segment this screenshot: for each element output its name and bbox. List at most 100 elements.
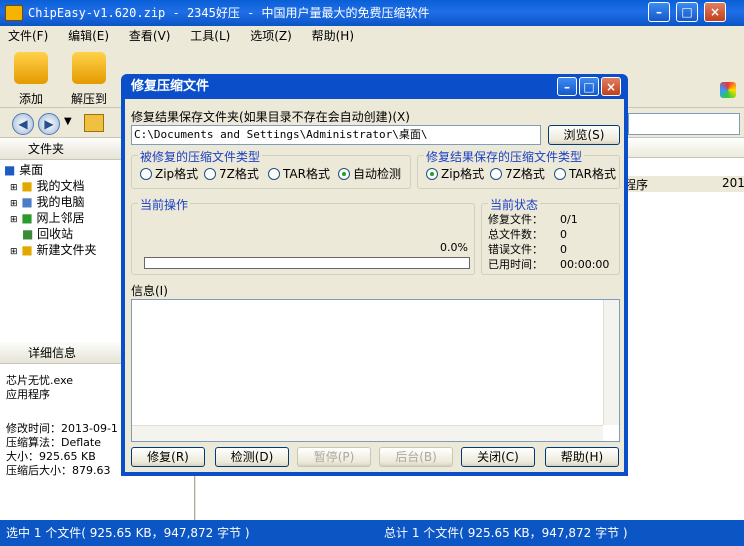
radio-label: TAR格式 <box>569 167 616 181</box>
back-button[interactable]: ◀ <box>12 113 34 135</box>
radio-label: 7Z格式 <box>219 167 259 181</box>
forward-button[interactable]: ▶ <box>38 113 60 135</box>
tree-label: 我的电脑 <box>36 195 85 209</box>
minimize-button[interactable]: – <box>648 2 670 22</box>
radio-icon <box>204 168 216 180</box>
state-row: 已用时间： 00:00:00 <box>488 257 609 272</box>
status-selected: 选中 1 个文件( 925.65 KB，947,872 字节 ) <box>6 526 250 540</box>
src-auto-radio[interactable]: 自动检测 <box>338 167 401 181</box>
radio-icon <box>268 168 280 180</box>
add-archive-icon <box>14 52 48 84</box>
src-tar-radio[interactable]: TAR格式 <box>268 167 330 181</box>
app-icon <box>5 5 23 21</box>
state-row: 错误文件： 0 <box>488 242 567 257</box>
help-button[interactable]: 帮助(H) <box>545 447 619 467</box>
radio-label: 自动检测 <box>353 167 402 181</box>
background-button[interactable]: 后台(B) <box>379 447 453 467</box>
maximize-button[interactable]: □ <box>676 2 698 22</box>
browse-label: 浏览(S) <box>563 128 605 142</box>
info-label: 信息(I) <box>131 284 168 298</box>
dest-type-group: 修复结果保存的压缩文件类型 Zip格式 7Z格式 TAR格式 <box>417 148 620 189</box>
repair-button[interactable]: 修复(R) <box>131 447 205 467</box>
radio-label: TAR格式 <box>283 167 330 181</box>
radio-icon <box>426 168 438 180</box>
save-path-input[interactable]: C:\Documents and Settings\Administrator\… <box>131 125 541 145</box>
radio-icon <box>338 168 350 180</box>
current-state-title: 当前状态 <box>488 196 541 213</box>
state-label: 修复文件： <box>488 213 543 226</box>
extract-button[interactable]: 解压到 <box>64 52 114 107</box>
state-label: 已用时间： <box>488 258 543 271</box>
close-button[interactable]: × <box>704 2 726 22</box>
tree-label: 网上邻居 <box>36 211 85 225</box>
radio-label: Zip格式 <box>155 167 199 181</box>
horizontal-scrollbar[interactable] <box>132 425 603 441</box>
dest-type-title: 修复结果保存的压缩文件类型 <box>424 148 585 165</box>
skin-icon[interactable] <box>720 82 736 98</box>
state-label: 总文件数： <box>488 228 543 241</box>
window-title: ChipEasy-v1.620.zip - 2345好压 - 中国用户量最大的免… <box>28 6 430 20</box>
add-button[interactable]: 添加 <box>6 52 56 107</box>
state-row: 总文件数： 0 <box>488 227 567 242</box>
dst-tar-radio[interactable]: TAR格式 <box>554 167 616 181</box>
menu-options[interactable]: 选项(Z) <box>242 26 300 46</box>
folder-up-icon[interactable] <box>84 114 104 132</box>
extract-label: 解压到 <box>70 92 107 106</box>
progress-bar <box>144 257 470 269</box>
state-row: 修复文件： 0/1 <box>488 212 578 227</box>
dialog-maximize-button[interactable]: □ <box>579 77 599 96</box>
dialog-minimize-button[interactable]: – <box>557 77 577 96</box>
source-type-group: 被修复的压缩文件类型 Zip格式 7Z格式 TAR格式 自动检测 <box>131 148 411 189</box>
state-value: 0/1 <box>560 213 578 226</box>
close-dialog-button[interactable]: 关闭(C) <box>461 447 535 467</box>
dialog-close-icon[interactable]: × <box>601 77 621 96</box>
radio-label: 7Z格式 <box>505 167 545 181</box>
address-input[interactable] <box>628 113 740 135</box>
progress-percent: 0.0% <box>440 241 468 254</box>
radio-icon <box>490 168 502 180</box>
dst-7z-radio[interactable]: 7Z格式 <box>490 167 545 181</box>
menu-view[interactable]: 查看(V) <box>121 26 179 46</box>
menu-edit[interactable]: 编辑(E) <box>60 26 117 46</box>
check-button[interactable]: 检测(D) <box>215 447 289 467</box>
folder-pane-title: 文件夹 <box>28 142 65 156</box>
add-label: 添加 <box>18 92 43 106</box>
history-dropdown-icon[interactable]: ▼ <box>64 116 72 127</box>
dialog-body: 修复结果保存文件夹(如果目录不存在会自动创建)(X) C:\Documents … <box>125 99 624 472</box>
src-zip-radio[interactable]: Zip格式 <box>140 167 198 181</box>
extract-icon <box>72 52 106 84</box>
detail-method: 压缩算法：Deflate <box>6 436 101 449</box>
status-total: 总计 1 个文件( 925.65 KB，947,872 字节 ) <box>384 526 628 540</box>
repair-dialog: 修复压缩文件 – □ × 修复结果保存文件夹(如果目录不存在会自动创建)(X) … <box>121 74 628 476</box>
tree-label: 我的文档 <box>36 179 85 193</box>
info-textarea[interactable] <box>131 299 620 442</box>
src-7z-radio[interactable]: 7Z格式 <box>204 167 259 181</box>
state-value: 0 <box>560 228 567 241</box>
menu-bar: 文件(F) 编辑(E) 查看(V) 工具(L) 选项(Z) 帮助(H) <box>0 26 744 46</box>
tree-label: 回收站 <box>37 227 74 241</box>
vertical-scrollbar[interactable] <box>603 300 619 425</box>
state-value: 00:00:00 <box>560 258 610 271</box>
tree-label: 新建文件夹 <box>36 243 97 257</box>
menu-help[interactable]: 帮助(H) <box>304 26 362 46</box>
pause-button[interactable]: 暂停(P) <box>297 447 371 467</box>
browse-button[interactable]: 浏览(S) <box>548 125 620 145</box>
detail-file-name: 芯片无忧.exe <box>6 374 74 387</box>
current-operation-group: 当前操作 0.0% <box>131 196 475 275</box>
menu-tools[interactable]: 工具(L) <box>182 26 238 46</box>
dst-zip-radio[interactable]: Zip格式 <box>426 167 484 181</box>
source-type-title: 被修复的压缩文件类型 <box>138 148 263 165</box>
current-operation-title: 当前操作 <box>138 196 191 213</box>
detail-modified: 修改时间：2013-09-1 <box>6 422 118 435</box>
radio-label: Zip格式 <box>441 167 485 181</box>
dialog-title: 修复压缩文件 <box>131 79 210 94</box>
state-value: 0 <box>560 243 567 256</box>
state-label: 错误文件： <box>488 243 543 256</box>
file-date-cell: 2013 <box>722 176 744 190</box>
detail-size: 大小：925.65 KB <box>6 450 96 463</box>
menu-file[interactable]: 文件(F) <box>0 26 56 46</box>
radio-icon <box>554 168 566 180</box>
detail-packed-size: 压缩后大小：879.63 <box>6 464 111 477</box>
window-title-bar: ChipEasy-v1.620.zip - 2345好压 - 中国用户量最大的免… <box>0 0 744 26</box>
save-folder-label: 修复结果保存文件夹(如果目录不存在会自动创建)(X) <box>131 110 410 124</box>
